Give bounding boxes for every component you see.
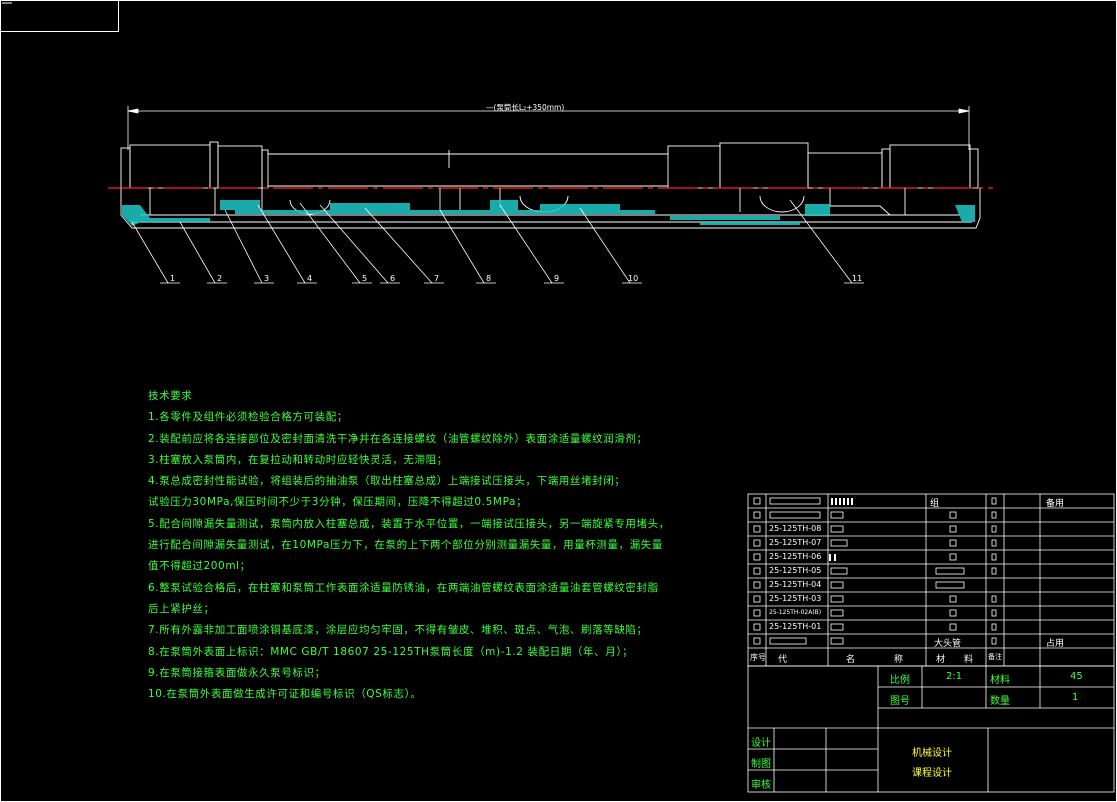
notes-line: 5.配合间隙漏失量测试，泵筒内放入柱塞总成，装置于水平位置，一端接试压接头，另一… — [148, 517, 670, 530]
notes-line: 值不得超过200ml； — [148, 560, 251, 573]
bom-footer-material: 大头管 — [934, 639, 962, 649]
part-number-9: 9 — [554, 274, 560, 283]
notes-line: 后上紧护丝； — [148, 602, 215, 615]
part-number-5: 5 — [362, 274, 368, 283]
overall-dimension-label: —(泵筒长L₂+350mm) — [486, 103, 565, 112]
quantity-label: 数量 — [990, 696, 1010, 707]
notes-line: 9.在泵筒接箍表面做永久泵号标识； — [148, 666, 326, 679]
bom-col-code: 代 — [778, 655, 788, 665]
part-number-1: 1 — [170, 274, 176, 283]
part-number-6: 6 — [390, 274, 396, 283]
material-label: 材料 — [990, 675, 1010, 686]
bom-col-index: 序号 — [750, 653, 766, 662]
title-line-2: 课程设计 — [912, 768, 952, 779]
bom-header-mark: 组 — [930, 499, 940, 509]
part-number-10: 10 — [628, 274, 639, 283]
bom-code-row: 25-125TH-07 — [769, 538, 822, 547]
part-number-4: 4 — [307, 274, 313, 283]
bom-footer-remark: 占用 — [1046, 639, 1065, 649]
design-label: 设计 — [751, 738, 771, 749]
notes-line: 10.在泵筒外表面做生成许可证和编号标识（QS标志）。 — [148, 688, 422, 701]
bom-col-name2: 称 — [894, 655, 904, 665]
part-number-2: 2 — [217, 274, 223, 283]
bom-header-remark: 备用 — [1046, 499, 1065, 509]
bom-code-row: 25-125TH-05 — [769, 566, 822, 575]
notes-line: 4.泵总成密封性能试验，将组装后的抽油泵（取出柱塞总成）上端接试压接头，下端用丝… — [148, 475, 626, 488]
bom-code-row: 25-125TH-04 — [769, 580, 822, 589]
notes-title: 技术要求 — [148, 390, 193, 402]
notes-line: 进行配合间隙漏失量测试，在10MPa压力下，在泵的上下两个部位分别测量漏失量，用… — [148, 539, 664, 552]
bom-col-name: 名 — [846, 655, 856, 665]
scale-value: 2:1 — [946, 671, 963, 682]
part-number-8: 8 — [486, 274, 492, 283]
part-number-11: 11 — [852, 274, 863, 283]
quantity-value: 1 — [1072, 692, 1079, 703]
part-number-3: 3 — [264, 274, 270, 283]
bom-code-row: 25-125TH-08 — [769, 524, 822, 533]
notes-line: 试验压力30MPa,保压时间不少于3分钟，保压期间，压降不得超过0.5MPa； — [148, 496, 528, 509]
corner-box — [0, 0, 119, 32]
material-value: 45 — [1070, 671, 1083, 682]
review-label: 审核 — [751, 780, 771, 791]
notes-line: 6.整泵试验合格后，在柱塞和泵筒工作表面涂适量防锈油，在两端油管螺纹表面涂适量油… — [148, 581, 659, 594]
bom-code-row: 25-125TH-02A(B) — [769, 609, 822, 616]
bom-code-row: 25-125TH-03 — [769, 594, 822, 603]
bom-col-material2: 料 — [964, 655, 974, 665]
notes-line: 3.柱塞放入泵筒内，在复拉动和转动时应轻快灵活，无滞阻； — [148, 453, 448, 466]
technical-notes: 技术要求 1.各零件及组件必须检验合格方可装配； 2.装配前应将各连接部位及密封… — [148, 386, 670, 705]
title-line-1: 机械设计 — [912, 748, 952, 759]
notes-line: 7.所有外露非加工面喷涂铜基底漆，涂层应均匀牢固，不得有皱皮、堆积、斑点、气泡、… — [148, 624, 648, 637]
notes-line: 1.各零件及组件必须检验合格方可装配； — [148, 411, 348, 424]
notes-line: 2.装配前应将各连接部位及密封面清洗干净并在各连接螺纹（油管螺纹除外）表面涂适量… — [148, 432, 648, 445]
notes-line: 8.在泵筒外表面上标识：MMC GB/T 18607 25-125TH泵筒长度（… — [148, 645, 634, 658]
bom-code-row: 25-125TH-06 — [769, 552, 822, 561]
bom-col-remark: 备注 — [988, 653, 1002, 661]
part-number-7: 7 — [434, 274, 440, 283]
bom-code-row: 25-125TH-01 — [769, 622, 822, 631]
drawing-no-label: 图号 — [890, 696, 910, 707]
draw-label: 制图 — [751, 759, 771, 770]
bom-col-material: 材 — [936, 655, 946, 665]
pump-outer-view — [120, 141, 979, 189]
scale-label: 比例 — [890, 675, 910, 686]
